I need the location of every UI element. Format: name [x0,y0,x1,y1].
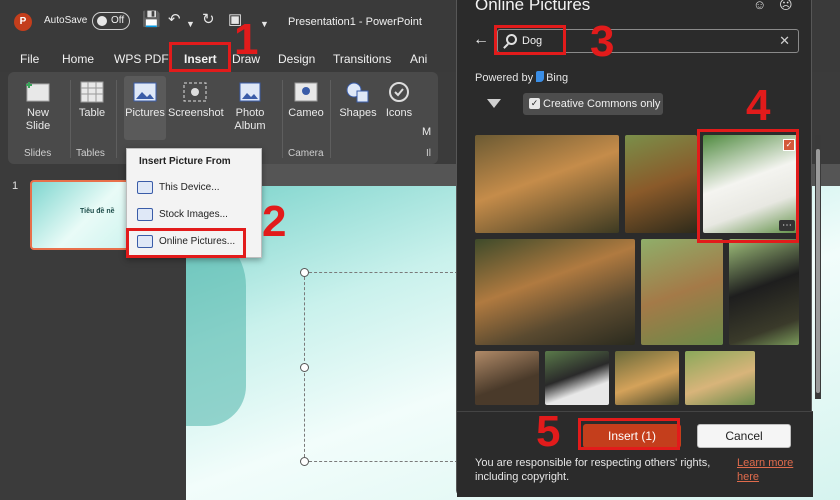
undo-icon[interactable]: ↶ [168,11,181,29]
autosave-toggle[interactable]: Off [92,12,130,30]
tab-animations[interactable]: Ani [410,52,427,66]
resize-handle[interactable] [300,363,309,372]
cameo-icon [294,82,318,102]
group-label-camera: Camera [288,148,324,159]
dog-image-result[interactable] [685,351,755,405]
annotation-number: 4 [746,81,771,130]
annotation-box-selected-image [697,129,799,243]
cancel-button[interactable]: Cancel [697,424,791,448]
group-label-tables: Tables [76,148,105,159]
photo-album-label: Photo Album [234,107,266,132]
pictures-icon [133,82,157,102]
undo-dropdown-icon[interactable]: ▼ [186,15,195,33]
icons-label: Icons [385,107,413,119]
dog-image-result[interactable] [641,239,723,345]
photo-album-button[interactable]: Photo Album [226,80,274,133]
menu-item-label: This Device... [159,182,220,193]
group-label-illustrations: Il [426,148,431,159]
tab-file[interactable]: File [20,52,39,66]
dog-image-result[interactable] [625,135,697,233]
autosave-state: Off [111,15,125,26]
separator [282,80,283,158]
table-icon [80,81,104,103]
separator [116,80,117,158]
new-slide-label: New Slide [25,107,51,132]
device-icon [137,181,153,194]
dialog-title: Online Pictures [475,0,591,14]
dog-image-result[interactable] [729,239,799,345]
resize-handle[interactable] [300,268,309,277]
results-scrollbar[interactable] [815,135,821,399]
cameo-label: Cameo [288,107,324,119]
group-label-slides: Slides [24,148,52,159]
frown-feedback-icon[interactable]: ☹ [779,0,793,13]
stock-images-icon [137,208,153,221]
dog-image-result[interactable] [475,239,635,345]
annotation-box-insert-button [578,418,680,450]
more-button-label[interactable]: M [422,126,431,139]
pictures-label: Pictures [125,107,165,119]
tab-design[interactable]: Design [278,52,315,66]
checkbox-checked-icon: ✓ [529,98,540,109]
tab-wps-pdf[interactable]: WPS PDF [114,52,169,66]
tab-home[interactable]: Home [62,52,94,66]
separator [70,80,71,158]
bing-logo-icon [536,71,545,82]
toggle-knob [97,16,107,26]
bing-label: Bing [546,72,569,84]
dog-image-result[interactable] [475,135,619,233]
quick-access-dropdown-icon[interactable]: ▼ [260,15,269,33]
tab-transitions[interactable]: Transitions [333,52,391,66]
document-title: Presentation1 - PowerPoint [288,16,422,28]
dog-image-result[interactable] [615,351,679,405]
menu-item-this-device[interactable]: This Device... [135,177,255,199]
new-slide-button[interactable]: New Slide [18,80,58,133]
annotation-number: 1 [234,15,259,64]
copyright-disclaimer: You are responsible for respecting other… [475,457,711,483]
powered-by-text: Powered by [475,72,534,84]
shapes-label: Shapes [339,107,377,119]
creative-commons-filter[interactable]: ✓ Creative Commons only [523,93,663,115]
separator [330,80,331,158]
annotation-number: 5 [536,407,561,456]
cameo-button[interactable]: Cameo [288,80,324,120]
shapes-icon [346,82,369,103]
menu-title: Insert Picture From [139,156,231,167]
new-slide-icon [26,82,50,102]
table-label: Table [78,107,106,119]
screenshot-label: Screenshot [168,107,224,119]
pictures-button[interactable]: Pictures [124,76,166,140]
table-button[interactable]: Table [74,80,110,120]
autosave-label: AutoSave [44,15,88,26]
creative-commons-label: Creative Commons only [543,98,661,110]
slide-number: 1 [12,180,19,192]
smile-feedback-icon[interactable]: ☺ [753,0,766,12]
slide-thumbnail-title: Tiêu đề nề [80,208,115,215]
redo-icon[interactable]: ↻ [202,11,215,29]
powerpoint-logo-icon: P [14,13,32,31]
menu-item-label: Stock Images... [159,209,228,220]
annotation-box-online-pictures [126,228,246,258]
screenshot-icon [183,82,207,102]
annotation-box-search [494,25,566,55]
dog-image-result[interactable] [475,351,539,405]
clear-search-icon[interactable]: ✕ [779,33,790,49]
resize-handle[interactable] [300,457,309,466]
back-arrow-icon[interactable]: ← [473,31,489,49]
icons-button[interactable]: Icons [382,80,416,120]
shapes-button[interactable]: Shapes [338,80,378,120]
scrollbar-thumb[interactable] [816,149,820,393]
icons-icon [389,82,409,102]
powered-by-label: Powered by Bing [475,71,568,84]
annotation-number: 3 [590,17,615,66]
annotation-box-insert-tab [169,42,231,72]
dog-image-result[interactable] [545,351,609,405]
annotation-number: 2 [262,197,287,246]
learn-more-link[interactable]: Learn more here [737,456,797,484]
menu-item-stock-images[interactable]: Stock Images... [135,204,255,226]
screenshot-button[interactable]: Screenshot [168,80,224,120]
filter-icon[interactable] [487,99,501,108]
photo-album-icon [239,82,261,102]
save-icon[interactable]: 💾 [142,11,161,29]
